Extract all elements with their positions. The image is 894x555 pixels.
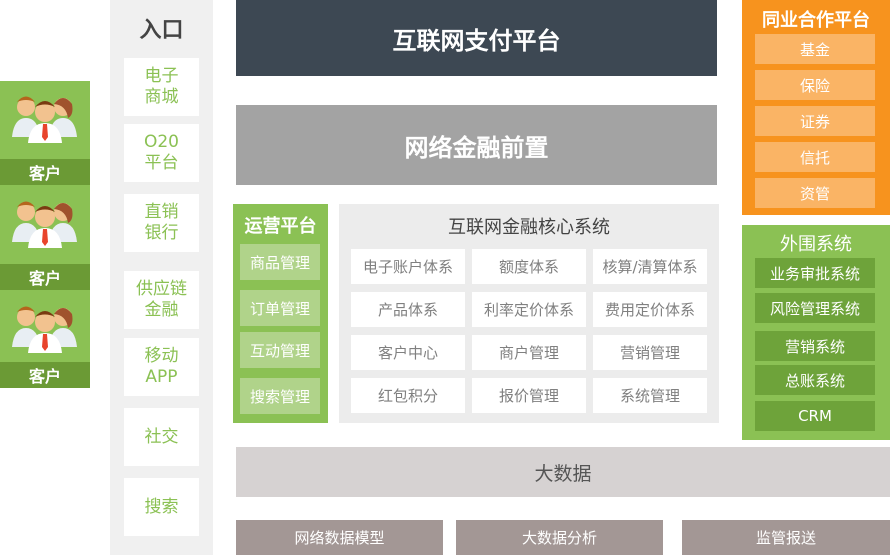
customer-column: 客户 客户 客户	[0, 81, 90, 388]
entry-item-line: 移动	[144, 346, 179, 366]
entry-item-line: 银行	[144, 223, 179, 243]
operations-item[interactable]: 搜索管理	[240, 378, 320, 414]
entry-item-direct-bank[interactable]: 直销 银行	[124, 194, 199, 252]
core-cell[interactable]: 利率定价体系	[472, 292, 586, 327]
entry-item-o2o[interactable]: O20 平台	[124, 124, 199, 182]
peripheral-item[interactable]: 总账系统	[755, 365, 875, 395]
peripheral-item[interactable]: CRM	[755, 401, 875, 431]
entry-item-line: 金融	[144, 300, 179, 320]
people-group-icon	[12, 96, 77, 143]
peripheral-item[interactable]: 业务审批系统	[755, 258, 875, 288]
entry-item-social[interactable]: 社交	[124, 408, 199, 466]
core-cell[interactable]: 营销管理	[593, 335, 707, 370]
finance-front: 网络金融前置	[236, 105, 717, 185]
people-group-icon	[12, 306, 77, 353]
entry-item-line: 平台	[144, 153, 179, 173]
core-cell[interactable]: 客户中心	[351, 335, 465, 370]
core-cell[interactable]: 报价管理	[472, 378, 586, 413]
customer-label: 客户	[0, 159, 90, 185]
customer-label: 客户	[0, 264, 90, 290]
core-system-title: 互联网金融核心系统	[448, 217, 610, 238]
customer-group: 客户	[0, 186, 90, 291]
peripheral-item[interactable]: 风险管理系统	[755, 293, 875, 323]
entry-item-line: 搜索	[144, 496, 179, 517]
core-cell[interactable]: 红包积分	[351, 378, 465, 413]
core-cell[interactable]: 电子账户体系	[351, 249, 465, 284]
people-group-icon	[12, 201, 77, 248]
customer-group: 客户	[0, 81, 90, 186]
core-cell[interactable]: 商户管理	[472, 335, 586, 370]
peripheral-item[interactable]: 营销系统	[755, 331, 875, 361]
payment-platform: 互联网支付平台	[236, 0, 717, 76]
entry-title: 入口	[139, 18, 184, 43]
partner-item[interactable]: 基金	[755, 34, 875, 64]
entry-item-mobile-app[interactable]: 移动 APP	[124, 338, 199, 396]
operations-item[interactable]: 互动管理	[240, 332, 320, 368]
entry-item-line: O20	[143, 132, 179, 152]
entry-item-line: 供应链	[136, 279, 187, 299]
entry-item-line: 电子	[144, 66, 179, 86]
partner-item[interactable]: 证券	[755, 106, 875, 136]
operations-item[interactable]: 商品管理	[240, 244, 320, 280]
customer-label: 客户	[0, 362, 90, 388]
big-data-item[interactable]: 监管报送	[682, 520, 890, 555]
entry-item-line: 社交	[144, 426, 179, 447]
big-data-item[interactable]: 网络数据模型	[236, 520, 443, 555]
partner-item[interactable]: 资管	[755, 178, 875, 208]
partner-title: 同业合作平台	[762, 10, 870, 31]
customer-group: 客户	[0, 291, 90, 388]
core-cell[interactable]: 产品体系	[351, 292, 465, 327]
core-cell[interactable]: 费用定价体系	[593, 292, 707, 327]
entry-item-line: APP	[145, 367, 178, 387]
core-cell[interactable]: 系统管理	[593, 378, 707, 413]
entry-item-search[interactable]: 搜索	[124, 478, 199, 536]
big-data-bar: 大数据	[236, 447, 890, 497]
entry-item-line: 直销	[144, 202, 179, 222]
entry-item-supply-chain[interactable]: 供应链 金融	[124, 271, 199, 329]
partner-item[interactable]: 保险	[755, 70, 875, 100]
entry-item-ecommerce[interactable]: 电子 商城	[124, 58, 199, 116]
entry-item-line: 商城	[144, 87, 179, 107]
peripheral-title: 外围系统	[780, 234, 852, 255]
core-cell[interactable]: 核算/清算体系	[593, 249, 707, 284]
operations-item[interactable]: 订单管理	[240, 290, 320, 326]
core-cell[interactable]: 额度体系	[472, 249, 586, 284]
partner-item[interactable]: 信托	[755, 142, 875, 172]
big-data-item[interactable]: 大数据分析	[456, 520, 663, 555]
operations-title: 运营平台	[244, 216, 317, 237]
